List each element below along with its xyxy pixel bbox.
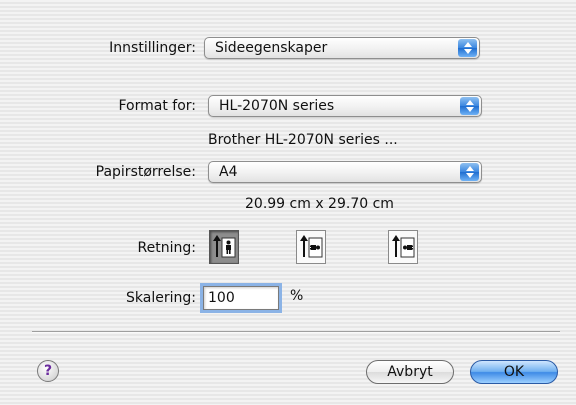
- popup-arrows-icon: [458, 39, 477, 57]
- scale-unit: %: [290, 288, 304, 304]
- ok-button[interactable]: OK: [470, 360, 558, 384]
- reverse-landscape-icon: [392, 235, 415, 258]
- settings-value: Sideegenskaper: [215, 40, 328, 56]
- format-for-value: HL-2070N series: [219, 98, 335, 114]
- settings-popup[interactable]: Sideegenskaper: [204, 37, 480, 59]
- popup-arrows-icon: [460, 97, 479, 115]
- printer-description: Brother HL-2070N series ...: [208, 132, 398, 148]
- orientation-label: Retning:: [137, 240, 196, 256]
- settings-label: Innstillinger:: [109, 40, 196, 56]
- paper-dimensions: 20.99 cm x 29.70 cm: [245, 196, 394, 212]
- portrait-icon: [213, 235, 236, 258]
- paper-size-value: A4: [219, 164, 238, 180]
- paper-size-popup[interactable]: A4: [208, 161, 482, 183]
- orientation-portrait-button[interactable]: [209, 230, 239, 264]
- separator: [32, 331, 560, 333]
- paper-size-label: Papirstørrelse:: [95, 164, 196, 180]
- format-for-popup[interactable]: HL-2070N series: [208, 95, 482, 117]
- orientation-landscape-button[interactable]: [296, 230, 326, 264]
- help-button[interactable]: ?: [37, 360, 59, 382]
- page-setup-dialog: Innstillinger: Sideegenskaper Format for…: [0, 0, 576, 405]
- format-for-label: Format for:: [118, 98, 196, 114]
- scale-input[interactable]: [203, 286, 279, 310]
- cancel-button[interactable]: Avbryt: [366, 360, 454, 384]
- popup-arrows-icon: [460, 163, 479, 181]
- orientation-reverse-landscape-button[interactable]: [388, 230, 418, 264]
- landscape-icon: [300, 235, 323, 258]
- scale-label: Skalering:: [126, 290, 196, 306]
